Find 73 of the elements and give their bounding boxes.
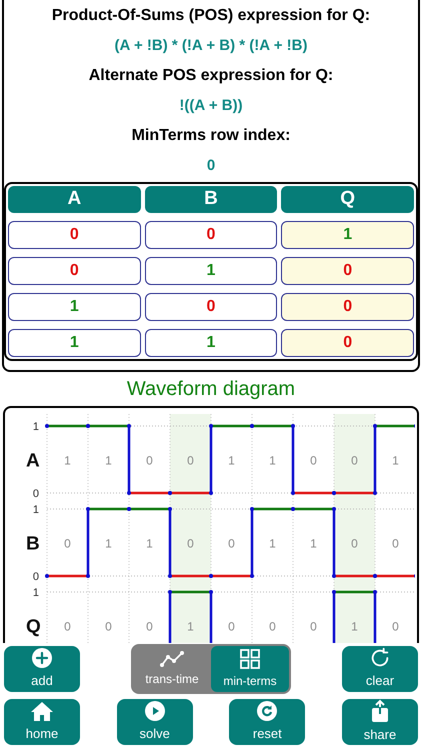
bit-value: 0 [146,620,153,634]
line-chart-icon [159,650,185,668]
toolbar-button[interactable]: home [4,699,80,745]
signal-label: B [26,534,40,554]
bit-value: 0 [351,454,358,468]
rotate-icon [369,647,391,670]
bit-value: 0 [105,620,112,634]
plus-icon [31,647,53,670]
table-cell: 0 [144,221,278,249]
section-heading: MinTerms row index: [132,126,290,146]
table-cell: 1 [144,257,278,285]
table-cell: 0 [281,293,414,321]
signal-label: A [26,450,40,472]
bit-value: 1 [269,454,276,468]
mode-tab[interactable]: trans-time [133,646,211,692]
toolbar-button[interactable]: solve [116,699,193,745]
axis-tick-label: 0 [32,488,39,500]
bit-value: 1 [351,620,358,634]
bit-value: 0 [64,536,71,550]
bit-value: 0 [310,620,317,634]
bit-value: 1 [269,536,276,550]
expression-text: !((A + B)) [179,96,243,116]
bit-value: 1 [105,454,112,468]
bit-value: 0 [269,620,276,634]
axis-tick-label: 0 [32,571,39,583]
table-cell: 1 [8,293,141,321]
table-cell: 0 [281,257,414,285]
table-cell: 0 [8,257,141,285]
table-cell: 1 [281,221,414,249]
table-cell: 1 [8,329,141,357]
bit-value: 0 [228,536,235,550]
column-header: A [8,186,141,213]
add-button[interactable]: add [4,646,80,692]
toolbar-button[interactable]: reset [229,699,306,745]
bit-value: 1 [105,536,112,550]
section-heading: Product-Of-Sums (POS) expression for Q: [52,6,370,26]
bit-value: 1 [187,620,194,634]
table-cell: 0 [144,293,278,321]
mode-tab[interactable]: min-terms [211,646,289,692]
table-cell: 0 [8,221,141,249]
table-cell: 1 [144,329,278,357]
axis-tick-label: 1 [32,587,39,599]
axis-tick-label: 1 [32,504,39,516]
grid-icon [239,648,261,670]
bit-value: 0 [64,620,71,634]
reset-icon [256,700,278,722]
share-icon [370,699,390,724]
column-header: Q [281,186,414,213]
bit-value: 1 [392,454,399,468]
toolbar-button[interactable]: share [342,699,418,745]
bit-value: 0 [392,536,399,550]
expression-text: (A + !B) * (!A + B) * (!A + !B) [114,36,308,56]
bit-value: 0 [228,620,235,634]
expression-text: 0 [206,156,216,176]
house-icon [30,700,54,722]
bit-value: 0 [187,536,194,550]
bit-value: 0 [146,454,153,468]
bit-value: 0 [310,454,317,468]
waveform-title: Waveform diagram [126,377,296,402]
bit-value: 1 [228,454,235,468]
bit-value: 1 [310,536,317,550]
bit-value: 1 [64,454,71,468]
column-header: B [144,186,278,213]
clear-button[interactable]: clear [342,646,418,692]
play-icon [144,700,166,722]
table-cell: 0 [281,329,414,357]
section-heading: Alternate POS expression for Q: [88,66,334,86]
bit-value: 1 [146,536,153,550]
bit-value: 0 [187,454,194,468]
axis-tick-label: 1 [32,421,39,433]
signal-label: Q [26,616,41,638]
bit-value: 0 [392,620,399,634]
bit-value: 0 [351,536,358,550]
